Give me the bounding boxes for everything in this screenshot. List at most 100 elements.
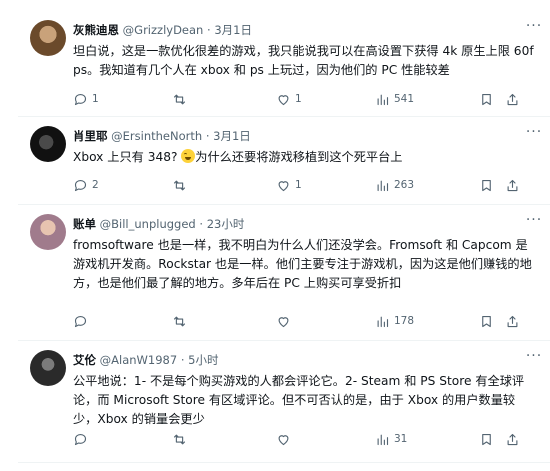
post-text: 坦白说，这是一款优化很差的游戏，我只能说我可以在高设置下获得 4k 原生上限 6… <box>73 44 534 77</box>
reply-feed: 灰熊迪恩 @GrizzlyDean · 3月1日 ··· 坦白说，这是一款优化很… <box>18 0 550 471</box>
action-bar: 178 <box>73 310 535 332</box>
like-button[interactable] <box>276 310 295 332</box>
like-button[interactable]: 1 <box>276 174 302 196</box>
share-button[interactable] <box>505 88 520 110</box>
action-bar: 1 1 541 <box>73 88 535 110</box>
user-handle[interactable]: @AlanW1987 <box>100 353 178 367</box>
separator-dot: · <box>205 129 210 143</box>
reply-post[interactable]: 账单 @Bill_unplugged · 23小时 ··· fromsoftwa… <box>18 204 550 341</box>
post-header: 艾伦 @AlanW1987 · 5小时 <box>73 351 540 369</box>
view-count: 178 <box>394 315 415 327</box>
separator-dot: · <box>207 23 211 37</box>
bookmark-icon <box>482 315 491 327</box>
more-options-icon[interactable]: ··· <box>522 19 546 37</box>
reply-button[interactable] <box>73 428 92 450</box>
bookmark-button[interactable] <box>479 428 494 450</box>
share-icon <box>507 433 518 445</box>
views-icon <box>377 316 389 327</box>
action-bar: 31 <box>73 428 535 450</box>
bookmark-icon <box>482 179 491 191</box>
post-text-part: 为什么还要将游戏移植到这个死平台上 <box>195 150 403 164</box>
heart-icon <box>278 94 289 105</box>
user-handle[interactable]: @Bill_unplugged <box>100 217 196 231</box>
repost-icon <box>173 94 186 104</box>
post-time[interactable]: 5小时 <box>188 353 218 367</box>
view-count: 31 <box>394 433 408 445</box>
views-button[interactable]: 263 <box>375 174 414 196</box>
separator-dot: · <box>180 353 185 367</box>
views-button[interactable]: 31 <box>375 428 407 450</box>
reply-post[interactable]: 艾伦 @AlanW1987 · 5小时 ··· 公平地说：1- 不是每个购买游戏… <box>18 340 550 463</box>
reply-icon <box>74 179 87 191</box>
display-name[interactable]: 账单 <box>73 217 96 231</box>
repost-button[interactable] <box>172 88 191 110</box>
post-time[interactable]: 23小时 <box>207 217 245 231</box>
post-header: 灰熊迪恩 @GrizzlyDean · 3月1日 <box>73 21 540 39</box>
view-count: 263 <box>394 179 415 191</box>
share-icon <box>507 179 518 191</box>
avatar[interactable] <box>30 214 66 250</box>
bookmark-button[interactable] <box>479 310 494 332</box>
heart-icon <box>278 434 289 445</box>
views-button[interactable]: 178 <box>375 310 414 332</box>
bookmark-icon <box>482 93 491 105</box>
heart-icon <box>278 316 289 327</box>
share-button[interactable] <box>505 174 520 196</box>
reply-icon <box>74 315 87 327</box>
reply-button[interactable]: 2 <box>73 174 99 196</box>
views-icon <box>377 94 389 105</box>
repost-button[interactable] <box>172 174 191 196</box>
separator-dot: · <box>199 217 204 231</box>
display-name[interactable]: 肖里耶 <box>73 129 108 143</box>
post-time[interactable]: 3月1日 <box>214 23 252 37</box>
reply-post[interactable]: 灰熊迪恩 @GrizzlyDean · 3月1日 ··· 坦白说，这是一款优化很… <box>18 10 550 117</box>
post-text: Xbox 上只有 348? 为什么还要将游戏移植到这个死平台上 <box>73 148 535 167</box>
like-count: 1 <box>295 179 302 191</box>
user-handle[interactable]: @GrizzlyDean <box>123 23 204 37</box>
repost-button[interactable] <box>172 310 191 332</box>
views-icon <box>377 434 389 445</box>
share-icon <box>507 315 518 327</box>
view-count: 541 <box>394 93 415 105</box>
post-header: 肖里耶 @ErsintheNorth · 3月1日 <box>73 127 540 145</box>
share-button[interactable] <box>505 428 520 450</box>
reply-icon <box>74 93 87 105</box>
post-header: 账单 @Bill_unplugged · 23小时 <box>73 215 540 233</box>
reply-button[interactable]: 1 <box>73 88 99 110</box>
like-count: 1 <box>295 93 302 105</box>
share-icon <box>507 93 518 105</box>
bookmark-icon <box>482 433 491 445</box>
views-button[interactable]: 541 <box>375 88 414 110</box>
display-name[interactable]: 艾伦 <box>73 353 96 367</box>
user-handle[interactable]: @ErsintheNorth <box>111 129 202 143</box>
display-name[interactable]: 灰熊迪恩 <box>73 23 119 37</box>
bookmark-button[interactable] <box>479 88 494 110</box>
views-icon <box>377 180 389 191</box>
repost-icon <box>173 434 186 444</box>
post-text: fromsoftware 也是一样，我不明白为什么人们还没学会。Fromsoft… <box>73 238 532 290</box>
like-button[interactable]: 1 <box>276 88 302 110</box>
post-time[interactable]: 3月1日 <box>213 129 251 143</box>
repost-icon <box>173 180 186 190</box>
reply-button[interactable] <box>73 310 92 332</box>
share-button[interactable] <box>505 310 520 332</box>
avatar[interactable] <box>30 126 66 162</box>
avatar[interactable] <box>30 350 66 386</box>
reply-count: 2 <box>92 179 99 191</box>
action-bar: 2 1 263 <box>73 174 535 196</box>
reply-icon <box>74 433 87 445</box>
repost-button[interactable] <box>172 428 191 450</box>
more-options-icon[interactable]: ··· <box>522 125 546 143</box>
more-options-icon[interactable]: ··· <box>522 213 546 231</box>
like-button[interactable] <box>276 428 295 450</box>
reply-count: 1 <box>92 93 99 105</box>
post-text: 公平地说：1- 不是每个购买游戏的人都会评论它。2- Steam 和 PS St… <box>73 374 525 426</box>
avatar[interactable] <box>30 20 66 56</box>
post-text-part: Xbox 上只有 348? <box>73 150 182 164</box>
heart-icon <box>278 180 289 191</box>
more-options-icon[interactable]: ··· <box>522 349 546 367</box>
repost-icon <box>173 316 186 326</box>
reply-post[interactable]: 肖里耶 @ErsintheNorth · 3月1日 ··· Xbox 上只有 3… <box>18 116 550 205</box>
bookmark-button[interactable] <box>479 174 494 196</box>
rolling-laughing-emoji-icon <box>181 149 196 163</box>
